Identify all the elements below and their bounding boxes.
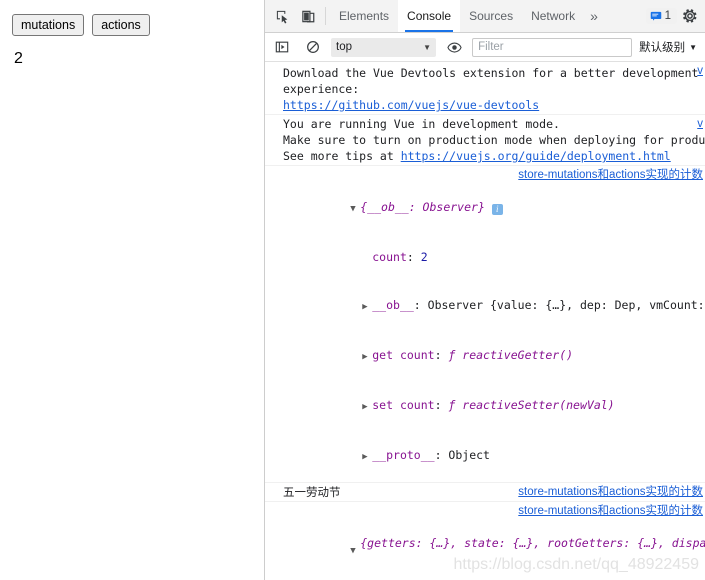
message-count: 1 xyxy=(664,10,671,22)
counter-value: 2 xyxy=(14,50,23,67)
console-sidebar-toggle-icon[interactable] xyxy=(269,34,295,60)
console-message[interactable]: store-mutations和actions实现的计数 {__ob__: Ob… xyxy=(265,166,705,483)
disclosure-triangle-icon[interactable] xyxy=(350,201,360,217)
message-tail-prefix: See more tips at xyxy=(283,149,401,163)
message-icon xyxy=(650,10,662,22)
property-value: ƒ reactiveSetter(newVal) xyxy=(448,398,615,412)
clear-console-icon[interactable] xyxy=(300,34,326,60)
object-tree-row[interactable]: set count: ƒ reactiveSetter(newVal) xyxy=(271,381,705,431)
property-value: Observer {value: {…}, dep: Dep, vmCount:… xyxy=(427,298,705,312)
execution-context-select[interactable]: top ▼ xyxy=(331,37,437,57)
inspect-element-icon[interactable] xyxy=(269,3,295,29)
message-line: See more tips at https://vuejs.org/guide… xyxy=(283,148,705,164)
message-source-link[interactable]: v xyxy=(697,116,703,132)
property-name: get count xyxy=(372,348,435,362)
live-expression-eye-icon[interactable] xyxy=(441,34,467,60)
devtools-panel: Elements Console Sources Network » 1 top… xyxy=(265,0,705,580)
console-filter-input[interactable] xyxy=(472,37,633,57)
object-tree-row[interactable]: __proto__: Object xyxy=(271,431,705,481)
disclosure-triangle-icon[interactable] xyxy=(362,449,372,465)
object-tree-row[interactable]: __ob__: Observer {value: {…}, dep: Dep, … xyxy=(271,281,705,331)
object-info-row: i xyxy=(271,575,705,580)
object-tree-row: count: 2 xyxy=(372,250,428,264)
object-preview: {getters: {…}, state: {…}, rootGetters: … xyxy=(360,536,705,550)
object-tree-row[interactable]: get count: ƒ reactiveGetter() xyxy=(271,331,705,381)
chevron-down-icon: ▼ xyxy=(423,42,432,52)
tab-network[interactable]: Network xyxy=(522,0,584,32)
message-line: https://github.com/vuejs/vue-devtools xyxy=(283,97,705,113)
more-tabs-icon[interactable]: » xyxy=(584,8,604,24)
property-name: __proto__ xyxy=(372,448,435,462)
toolbar-divider xyxy=(325,7,326,25)
vue-deployment-link[interactable]: https://vuejs.org/guide/deployment.html xyxy=(401,149,671,163)
property-name: count xyxy=(372,250,407,264)
property-value: 2 xyxy=(420,250,428,264)
message-source-link[interactable]: v xyxy=(697,63,703,79)
settings-gear-icon[interactable] xyxy=(677,3,703,29)
property-value: ƒ reactiveGetter() xyxy=(448,348,574,362)
property-name: __ob__ xyxy=(372,298,414,312)
device-toolbar-icon[interactable] xyxy=(295,3,321,29)
object-preview: {__ob__: Observer} xyxy=(360,200,485,214)
page-button-row: mutations actions xyxy=(12,14,252,36)
filter-bar-right: 默认级别 ▼ xyxy=(637,39,701,55)
property-name: set count xyxy=(372,398,435,412)
message-line: You are running Vue in development mode. xyxy=(283,117,560,131)
execution-context-value: top xyxy=(336,41,352,53)
disclosure-triangle-icon[interactable] xyxy=(362,399,372,415)
message-line: experience: xyxy=(283,82,360,96)
console-message[interactable]: Download the Vue Devtools extension for … xyxy=(265,62,705,115)
chevron-down-icon-level: ▼ xyxy=(689,42,697,52)
message-count-badge[interactable]: 1 xyxy=(645,8,677,24)
message-line: Make sure to turn on production mode whe… xyxy=(283,133,705,147)
console-message-list[interactable]: Download the Vue Devtools extension for … xyxy=(265,62,705,580)
disclosure-triangle-icon[interactable] xyxy=(362,349,372,365)
disclosure-triangle-icon[interactable] xyxy=(350,543,360,559)
message-source-link[interactable]: store-mutations和actions实现的计数 xyxy=(518,167,703,183)
message-line: Download the Vue Devtools extension for … xyxy=(283,66,699,80)
console-message[interactable]: You are running Vue in development mode.… xyxy=(265,115,705,166)
console-filter-bar: top ▼ 默认级别 ▼ xyxy=(265,33,705,62)
actions-button[interactable]: actions xyxy=(92,14,150,36)
log-level-select[interactable]: 默认级别 ▼ xyxy=(637,39,699,55)
tab-elements[interactable]: Elements xyxy=(330,0,398,32)
info-icon[interactable]: i xyxy=(491,204,503,215)
console-message[interactable]: 五一劳动节 store-mutations和actions实现的计数 xyxy=(265,483,705,502)
mutations-button[interactable]: mutations xyxy=(12,14,85,36)
console-message[interactable]: store-mutations和actions实现的计数 {getters: {… xyxy=(265,502,705,580)
message-source-link[interactable]: store-mutations和actions实现的计数 xyxy=(518,484,703,500)
log-level-value: 默认级别 xyxy=(639,40,686,54)
tab-console[interactable]: Console xyxy=(398,0,461,32)
tab-sources[interactable]: Sources xyxy=(460,0,522,32)
property-value: Object xyxy=(448,448,490,462)
devtools-tab-strip: Elements Console Sources Network » 1 xyxy=(265,0,705,33)
object-tree-row[interactable]: {getters: {…}, state: {…}, rootGetters: … xyxy=(271,519,705,575)
object-tree-row[interactable]: {__ob__: Observer} i xyxy=(271,183,705,233)
message-source-link[interactable]: store-mutations和actions实现的计数 xyxy=(518,503,703,519)
devtools-window: mutations actions 2 Elements Console Sou… xyxy=(0,0,705,580)
page-content-pane: mutations actions 2 xyxy=(0,0,265,580)
disclosure-triangle-icon[interactable] xyxy=(362,299,372,315)
vue-devtools-link[interactable]: https://github.com/vuejs/vue-devtools xyxy=(283,98,539,112)
